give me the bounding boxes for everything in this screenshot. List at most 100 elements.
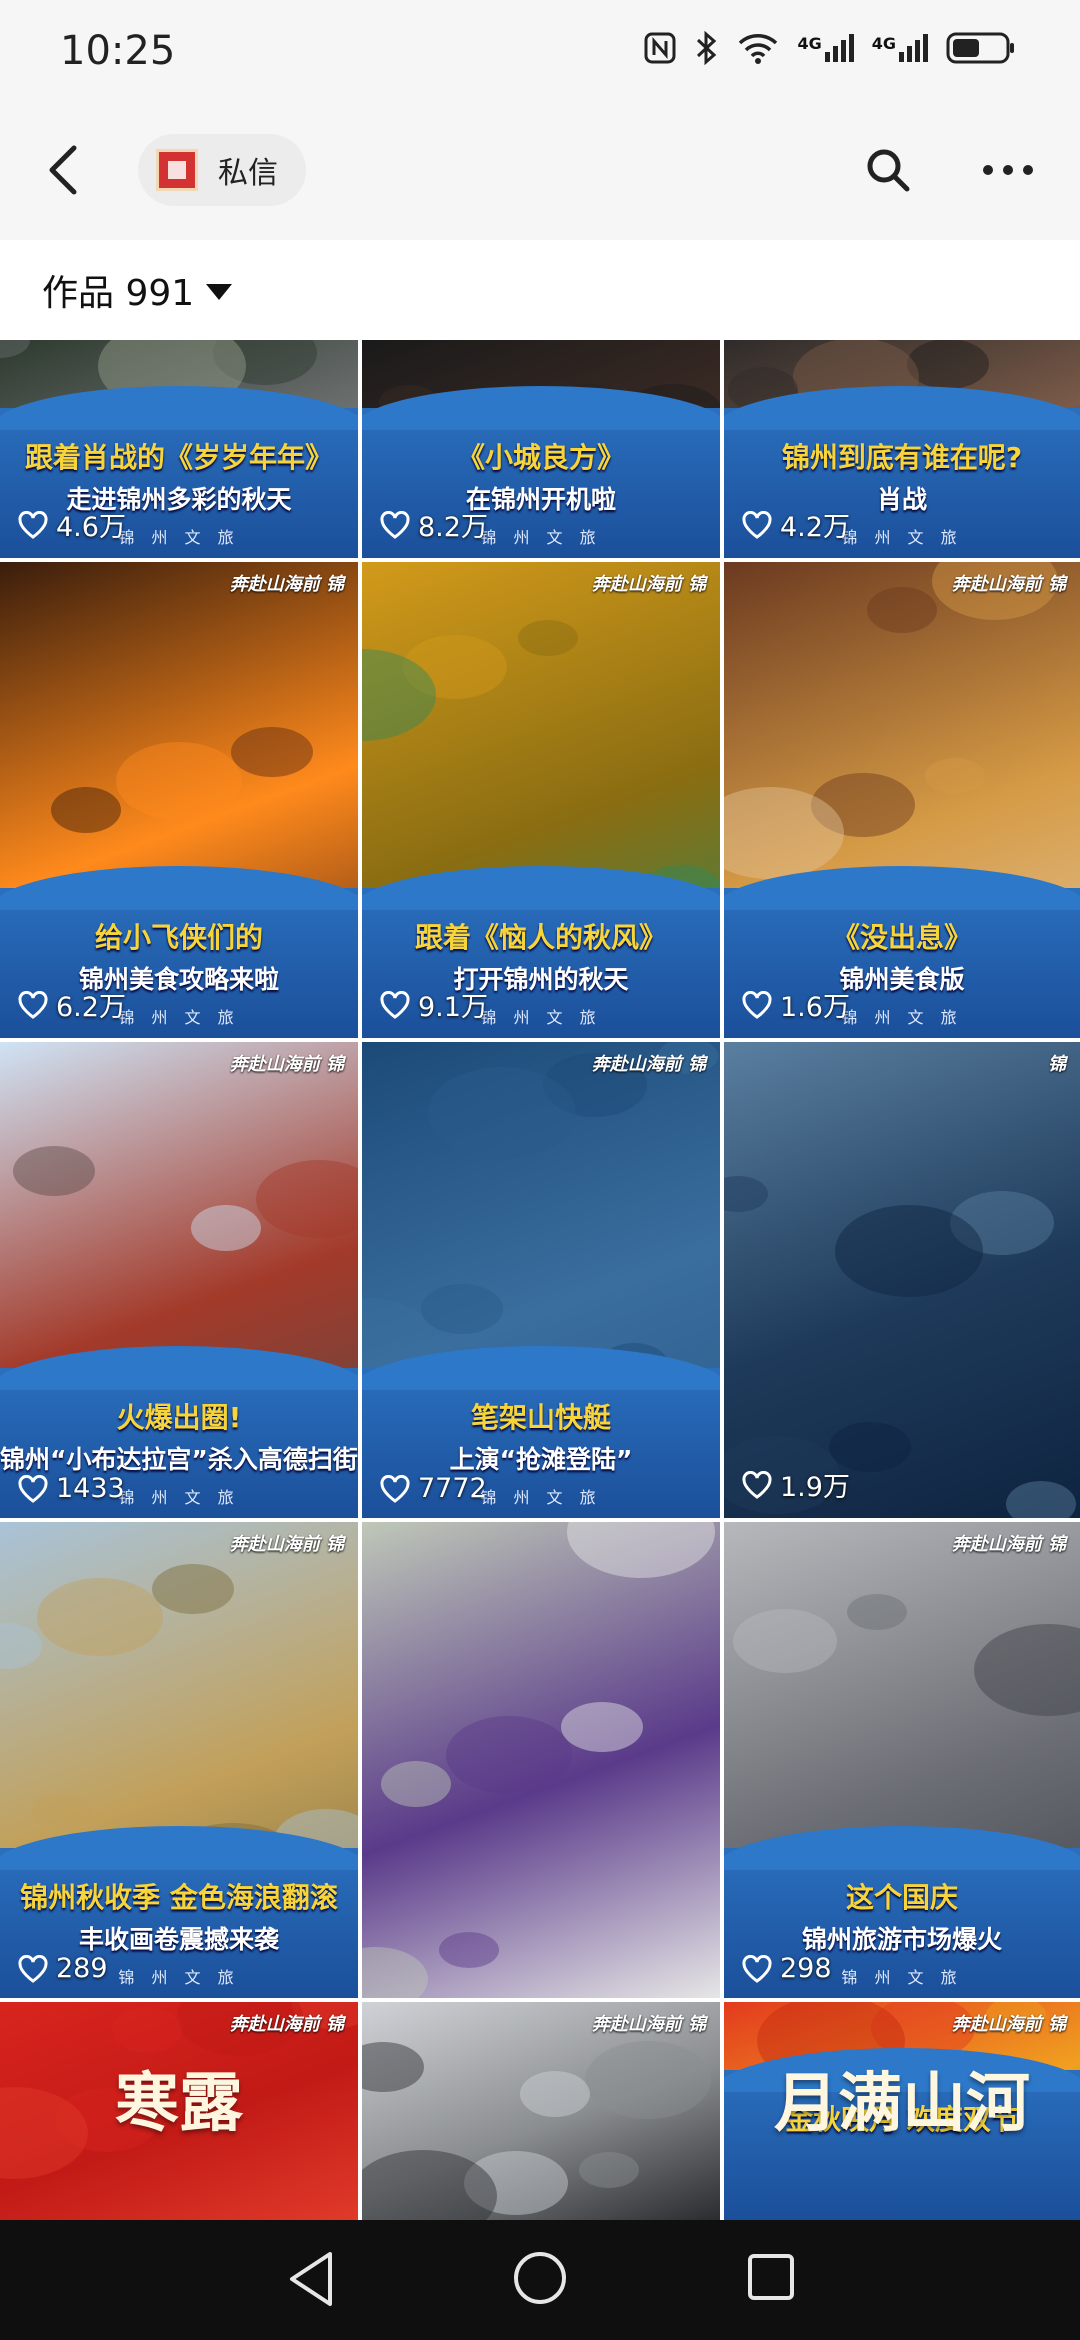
heart-icon [18,990,48,1019]
nav-recent-icon[interactable] [746,2252,796,2302]
tile-subtitle: 寒露 [115,2067,243,2141]
like-count: 289 [18,1953,108,1984]
tile-title: 锦州到底有谁在呢? [781,441,1023,474]
heart-icon [380,990,410,1019]
thumbnail-image [724,1176,1076,1518]
video-tile[interactable]: 锦州到底有谁在呢? 肖战锦 州 文 旅 4.2万 [724,340,1080,558]
like-count-value: 6.2万 [56,992,126,1023]
tile-watermark: 奔赴山海前 锦 [951,1534,1066,1555]
video-tile[interactable]: 奔赴山海前 锦《没出息》 锦州美食版锦 州 文 旅 1.6万 [724,562,1080,1038]
tile-title: 笔架山快艇 [470,1401,611,1434]
tile-watermark: 奔赴山海前 锦 [951,2014,1066,2035]
video-tile[interactable]: 锦 1.9万 [724,1042,1080,1518]
wifi-icon [739,34,778,64]
tile-watermark: 奔赴山海前 锦 [229,2014,344,2035]
tile-watermark: 奔赴山海前 锦 [951,574,1066,595]
heart-icon [18,1954,48,1983]
private-message-label: 私信 [218,156,278,191]
tile-title: 《没出息》 [831,921,972,954]
tile-title: 跟着《恼人的秋风》 [414,921,667,954]
back-icon[interactable] [38,138,88,202]
video-tile[interactable] [362,1522,720,1998]
like-count-value: 7772 [418,1473,487,1504]
signal-1-icon: 4G [797,34,854,62]
tile-watermark: 锦 [1048,1054,1066,1075]
video-tile[interactable]: 奔赴山海前 锦跟着《恼人的秋风》 打开锦州的秋天锦 州 文 旅 9.1万 [362,562,720,1038]
like-count-value: 9.1万 [418,992,488,1023]
like-count: 1433 [18,1473,125,1504]
video-tile[interactable]: 奔赴山海前 锦锦州秋收季 金色海浪翻滚 丰收画卷震撼来袭锦 州 文 旅 289 [0,1522,358,1998]
like-count-value: 289 [56,1953,108,1984]
heart-icon [742,1954,772,1983]
like-count-value: 298 [780,1953,832,1984]
video-tile[interactable]: 《小城良方》 在锦州开机啦锦 州 文 旅 8.2万 [362,340,720,558]
caret-down-icon[interactable] [206,284,232,300]
nfc-icon [644,32,676,64]
bluetooth-icon [697,30,717,66]
like-count-value: 4.2万 [780,512,850,543]
heart-icon [18,510,48,539]
like-count-value: 1.6万 [780,992,850,1023]
video-tile[interactable]: 奔赴山海前 锦寒露 [0,2002,358,2220]
tile-title: 锦州秋收季 金色海浪翻滚 [20,1881,338,1914]
signal-2-icon: 4G [872,34,928,62]
tile-subtitle: 丰收画卷震撼来袭 [78,1925,279,1954]
heart-icon [742,1470,772,1499]
like-count: 1.6万 [742,985,850,1024]
like-count: 6.2万 [18,985,126,1024]
video-grid: 跟着肖战的《岁岁年年》 走进锦州多彩的秋天锦 州 文 旅 4.6万 《小城良方》 在锦州… [0,340,1080,2220]
heart-icon [742,510,772,539]
works-count-label[interactable]: 作品 991 [42,264,194,316]
video-tile[interactable]: 跟着肖战的《岁岁年年》 走进锦州多彩的秋天锦 州 文 旅 4.6万 [0,340,358,558]
search-icon[interactable] [864,146,912,194]
like-count-value: 4.6万 [56,512,126,543]
private-message-button[interactable]: 私信 [138,134,306,206]
video-tile[interactable]: 奔赴山海前 锦 [362,2002,720,2220]
nav-back-icon[interactable] [286,2250,336,2308]
tile-watermark: 奔赴山海前 锦 [591,574,706,595]
tile-title: 这个国庆 [845,1881,958,1914]
avatar [156,149,198,191]
tile-watermark: 奔赴山海前 锦 [229,1534,344,1555]
like-count-value: 1.9万 [780,1472,850,1503]
tile-title: 给小飞侠们的 [94,921,263,954]
video-tile[interactable]: 奔赴山海前 锦这个国庆 锦州旅游市场爆火锦 州 文 旅 298 [724,1522,1080,1998]
tile-watermark: 奔赴山海前 锦 [591,2014,706,2035]
video-tile[interactable]: 奔赴山海前 锦火爆出圈! 锦州“小布达拉宫”杀入高德扫街榜锦 州 文 旅 1433 [0,1042,358,1518]
like-count: 4.2万 [742,505,850,544]
heart-icon [18,1474,48,1503]
heart-icon [742,990,772,1019]
tile-watermark: 奔赴山海前 锦 [229,574,344,595]
more-icon[interactable] [980,154,1036,186]
like-count: 7772 [380,1473,487,1504]
tile-title: 火爆出圈! [116,1401,242,1434]
signal-1-label: 4G [797,34,822,53]
status-time: 10:25 [60,28,176,74]
status-bar: 10:25 4G 4G [0,0,1080,100]
like-count: 298 [742,1953,832,1984]
like-count-value: 8.2万 [418,512,488,543]
heart-icon [380,1474,410,1503]
status-icons: 4G 4G [643,30,1016,66]
tile-title: 跟着肖战的《岁岁年年》 [24,441,333,474]
signal-2-label: 4G [871,34,896,53]
like-count: 4.6万 [18,505,126,544]
heart-icon [380,510,410,539]
tile-title: 《小城良方》 [456,441,625,474]
like-count-value: 1433 [56,1473,125,1504]
tile-subtitle: 锦州“小布达拉宫”杀入高德扫街榜 [0,1445,358,1474]
video-tile[interactable]: 奔赴山海前 锦给小飞侠们的 锦州美食攻略来啦锦 州 文 旅 6.2万 [0,562,358,1038]
video-tile[interactable]: 奔赴山海前 锦金秋映月 欢度双节 月满山河 [724,2002,1080,2220]
nav-home-icon[interactable] [512,2250,568,2306]
like-count: 8.2万 [380,505,488,544]
video-tile[interactable]: 奔赴山海前 锦笔架山快艇 上演“抢滩登陆” 锦 州 文 旅 7772 [362,1042,720,1518]
like-count: 1.9万 [742,1465,850,1504]
like-count: 9.1万 [380,985,488,1024]
tile-subtitle: 月满山河 [774,2067,1030,2141]
tile-subtitle: 上演“抢滩登陆” [449,1445,633,1474]
thumbnail-image [362,1522,715,1998]
tile-watermark: 奔赴山海前 锦 [591,1054,706,1075]
tile-subtitle: 锦州旅游市场爆火 [801,1925,1002,1954]
tile-watermark: 奔赴山海前 锦 [229,1054,344,1075]
battery-icon [946,32,1014,64]
